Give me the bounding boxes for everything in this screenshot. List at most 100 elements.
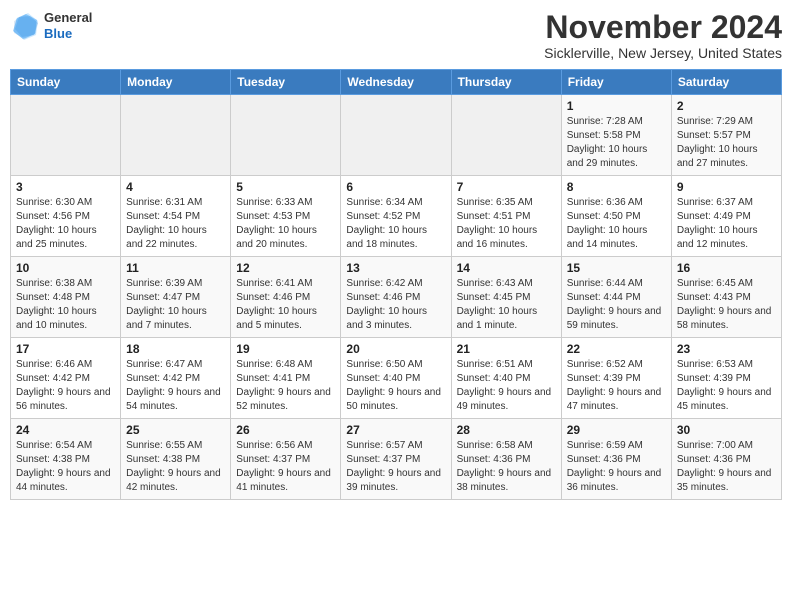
- day-cell: 23 Sunrise: 6:53 AM Sunset: 4:39 PM Dayli…: [671, 338, 781, 419]
- day-info: Sunrise: 6:59 AM Sunset: 4:36 PM Dayligh…: [567, 439, 666, 495]
- day-number: 3: [16, 180, 115, 194]
- day-number: 29: [567, 423, 666, 437]
- day-info: Sunrise: 6:35 AM Sunset: 4:51 PM Dayligh…: [457, 196, 556, 252]
- week-row-2: 10 Sunrise: 6:38 AM Sunset: 4:48 PM Dayli…: [11, 257, 782, 338]
- day-info: Sunrise: 6:46 AM Sunset: 4:42 PM Dayligh…: [16, 358, 115, 414]
- day-number: 22: [567, 342, 666, 356]
- week-row-1: 3 Sunrise: 6:30 AM Sunset: 4:56 PM Daylig…: [11, 176, 782, 257]
- day-cell: 25Sunrise: 6:55 AM Sunset: 4:38 PM Dayli…: [121, 419, 231, 500]
- page-subtitle: Sicklerville, New Jersey, United States: [544, 45, 782, 61]
- day-number: 20: [346, 342, 445, 356]
- day-info: Sunrise: 6:30 AM Sunset: 4:56 PM Dayligh…: [16, 196, 115, 252]
- day-cell: 14 Sunrise: 6:43 AM Sunset: 4:45 PM Dayli…: [451, 257, 561, 338]
- day-number: 27: [346, 423, 445, 437]
- day-number: 5: [236, 180, 335, 194]
- day-cell: 28 Sunrise: 6:58 AM Sunset: 4:36 PM Dayli…: [451, 419, 561, 500]
- day-cell: 16 Sunrise: 6:45 AM Sunset: 4:43 PM Dayli…: [671, 257, 781, 338]
- day-number: 6: [346, 180, 445, 194]
- day-cell: 7 Sunrise: 6:35 AM Sunset: 4:51 PM Daylig…: [451, 176, 561, 257]
- day-info: Sunrise: 6:51 AM Sunset: 4:40 PM Dayligh…: [457, 358, 556, 414]
- day-number: 19: [236, 342, 335, 356]
- day-cell: 18 Sunrise: 6:47 AM Sunset: 4:42 PM Dayli…: [121, 338, 231, 419]
- week-row-0: 1Sunrise: 7:28 AM Sunset: 5:58 PM Daylig…: [11, 95, 782, 176]
- day-info: Sunrise: 7:29 AM Sunset: 5:57 PM Dayligh…: [677, 115, 776, 171]
- day-cell: 26Sunrise: 6:56 AM Sunset: 4:37 PM Dayli…: [231, 419, 341, 500]
- header-cell-thursday: Thursday: [451, 70, 561, 95]
- day-cell: [451, 95, 561, 176]
- day-cell: 4 Sunrise: 6:31 AM Sunset: 4:54 PM Daylig…: [121, 176, 231, 257]
- day-number: 10: [16, 261, 115, 275]
- logo: General Blue: [10, 10, 92, 41]
- day-number: 25: [126, 423, 225, 437]
- header-cell-saturday: Saturday: [671, 70, 781, 95]
- day-number: 23: [677, 342, 776, 356]
- day-info: Sunrise: 6:52 AM Sunset: 4:39 PM Dayligh…: [567, 358, 666, 414]
- day-number: 17: [16, 342, 115, 356]
- day-number: 26: [236, 423, 335, 437]
- day-info: Sunrise: 6:47 AM Sunset: 4:42 PM Dayligh…: [126, 358, 225, 414]
- header-cell-wednesday: Wednesday: [341, 70, 451, 95]
- day-info: Sunrise: 6:58 AM Sunset: 4:36 PM Dayligh…: [457, 439, 556, 495]
- day-number: 1: [567, 99, 666, 113]
- day-cell: [341, 95, 451, 176]
- calendar-body: 1Sunrise: 7:28 AM Sunset: 5:58 PM Daylig…: [11, 95, 782, 500]
- day-number: 15: [567, 261, 666, 275]
- day-info: Sunrise: 6:31 AM Sunset: 4:54 PM Dayligh…: [126, 196, 225, 252]
- calendar-table: SundayMondayTuesdayWednesdayThursdayFrid…: [10, 69, 782, 500]
- day-info: Sunrise: 6:44 AM Sunset: 4:44 PM Dayligh…: [567, 277, 666, 333]
- day-number: 21: [457, 342, 556, 356]
- day-info: Sunrise: 6:45 AM Sunset: 4:43 PM Dayligh…: [677, 277, 776, 333]
- day-cell: [231, 95, 341, 176]
- day-cell: 3 Sunrise: 6:30 AM Sunset: 4:56 PM Daylig…: [11, 176, 121, 257]
- day-cell: 22 Sunrise: 6:52 AM Sunset: 4:39 PM Dayli…: [561, 338, 671, 419]
- day-number: 14: [457, 261, 556, 275]
- day-number: 13: [346, 261, 445, 275]
- day-cell: 8Sunrise: 6:36 AM Sunset: 4:50 PM Daylig…: [561, 176, 671, 257]
- day-info: Sunrise: 6:48 AM Sunset: 4:41 PM Dayligh…: [236, 358, 335, 414]
- day-cell: 12Sunrise: 6:41 AM Sunset: 4:46 PM Dayli…: [231, 257, 341, 338]
- day-info: Sunrise: 6:33 AM Sunset: 4:53 PM Dayligh…: [236, 196, 335, 252]
- day-number: 24: [16, 423, 115, 437]
- day-cell: 30Sunrise: 7:00 AM Sunset: 4:36 PM Dayli…: [671, 419, 781, 500]
- day-info: Sunrise: 6:54 AM Sunset: 4:38 PM Dayligh…: [16, 439, 115, 495]
- day-info: Sunrise: 7:00 AM Sunset: 4:36 PM Dayligh…: [677, 439, 776, 495]
- day-cell: 29 Sunrise: 6:59 AM Sunset: 4:36 PM Dayli…: [561, 419, 671, 500]
- day-cell: 2Sunrise: 7:29 AM Sunset: 5:57 PM Daylig…: [671, 95, 781, 176]
- header-cell-monday: Monday: [121, 70, 231, 95]
- page-title: November 2024: [544, 10, 782, 45]
- day-info: Sunrise: 6:38 AM Sunset: 4:48 PM Dayligh…: [16, 277, 115, 333]
- day-info: Sunrise: 6:53 AM Sunset: 4:39 PM Dayligh…: [677, 358, 776, 414]
- day-cell: 1Sunrise: 7:28 AM Sunset: 5:58 PM Daylig…: [561, 95, 671, 176]
- day-cell: 24 Sunrise: 6:54 AM Sunset: 4:38 PM Dayli…: [11, 419, 121, 500]
- day-cell: 19 Sunrise: 6:48 AM Sunset: 4:41 PM Dayli…: [231, 338, 341, 419]
- day-cell: 10 Sunrise: 6:38 AM Sunset: 4:48 PM Dayli…: [11, 257, 121, 338]
- logo-text: General Blue: [44, 10, 92, 41]
- day-cell: 27Sunrise: 6:57 AM Sunset: 4:37 PM Dayli…: [341, 419, 451, 500]
- day-cell: 17 Sunrise: 6:46 AM Sunset: 4:42 PM Dayli…: [11, 338, 121, 419]
- day-info: Sunrise: 6:39 AM Sunset: 4:47 PM Dayligh…: [126, 277, 225, 333]
- day-info: Sunrise: 6:50 AM Sunset: 4:40 PM Dayligh…: [346, 358, 445, 414]
- day-cell: 21 Sunrise: 6:51 AM Sunset: 4:40 PM Dayli…: [451, 338, 561, 419]
- header-cell-tuesday: Tuesday: [231, 70, 341, 95]
- day-info: Sunrise: 6:43 AM Sunset: 4:45 PM Dayligh…: [457, 277, 556, 333]
- day-info: Sunrise: 6:34 AM Sunset: 4:52 PM Dayligh…: [346, 196, 445, 252]
- day-number: 18: [126, 342, 225, 356]
- day-cell: [121, 95, 231, 176]
- day-cell: 5 Sunrise: 6:33 AM Sunset: 4:53 PM Daylig…: [231, 176, 341, 257]
- header-cell-friday: Friday: [561, 70, 671, 95]
- day-number: 7: [457, 180, 556, 194]
- day-cell: 13 Sunrise: 6:42 AM Sunset: 4:46 PM Dayli…: [341, 257, 451, 338]
- day-number: 4: [126, 180, 225, 194]
- logo-icon: [10, 11, 40, 41]
- week-row-3: 17 Sunrise: 6:46 AM Sunset: 4:42 PM Dayli…: [11, 338, 782, 419]
- day-number: 28: [457, 423, 556, 437]
- day-info: Sunrise: 6:41 AM Sunset: 4:46 PM Dayligh…: [236, 277, 335, 333]
- day-number: 16: [677, 261, 776, 275]
- day-number: 11: [126, 261, 225, 275]
- day-cell: 11 Sunrise: 6:39 AM Sunset: 4:47 PM Dayli…: [121, 257, 231, 338]
- day-number: 9: [677, 180, 776, 194]
- title-area: November 2024 Sicklerville, New Jersey, …: [544, 10, 782, 61]
- day-info: Sunrise: 6:37 AM Sunset: 4:49 PM Dayligh…: [677, 196, 776, 252]
- day-info: Sunrise: 6:42 AM Sunset: 4:46 PM Dayligh…: [346, 277, 445, 333]
- header-row: SundayMondayTuesdayWednesdayThursdayFrid…: [11, 70, 782, 95]
